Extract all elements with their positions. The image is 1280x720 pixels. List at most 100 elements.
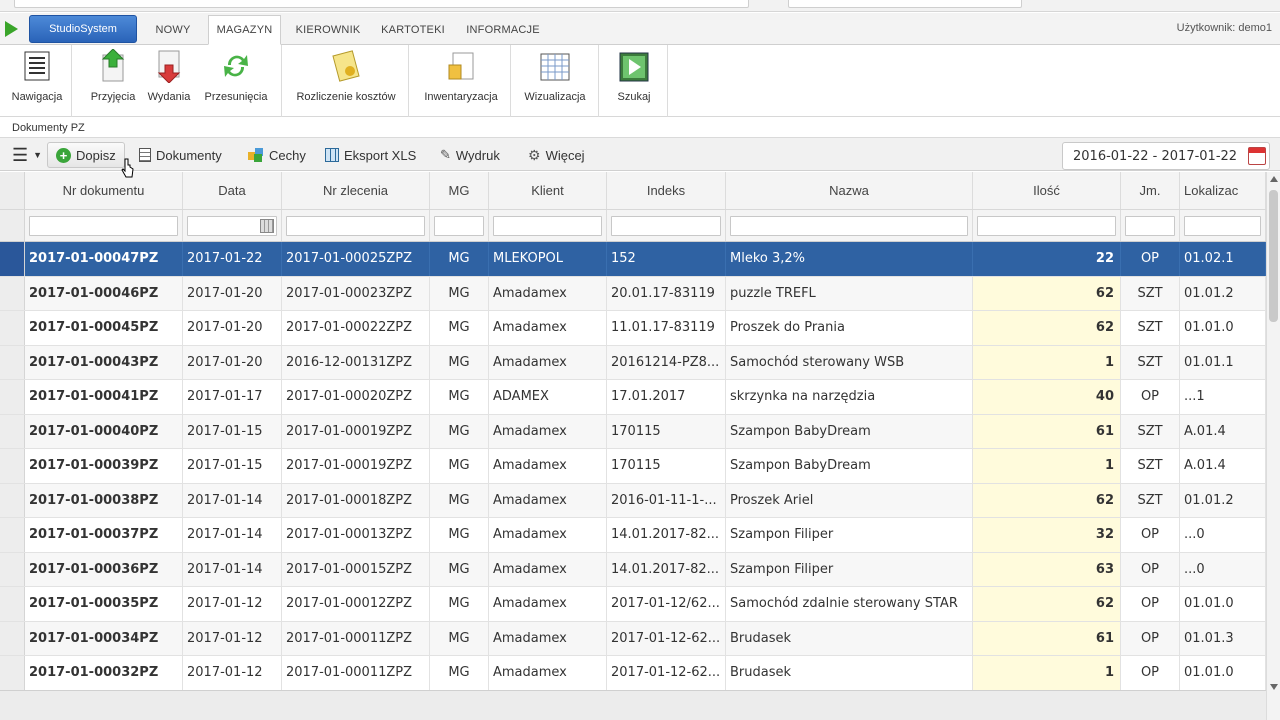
tab-nowy[interactable]: NOWY: [143, 15, 203, 45]
browser-search-field[interactable]: [788, 0, 1022, 8]
filter-input-date[interactable]: [187, 215, 277, 236]
table-row[interactable]: 2017-01-00035PZ 2017-01-12 2017-01-00012ZP…: [0, 587, 1266, 622]
filter-input-order-number[interactable]: [286, 215, 425, 236]
cell-warehouse: MG: [430, 311, 489, 345]
filter-input-quantity[interactable]: [977, 215, 1116, 236]
filter-cell-quantity: [973, 210, 1121, 241]
navigation-button[interactable]: Nawigacja: [8, 49, 66, 103]
column-header-date[interactable]: Data: [183, 172, 282, 209]
cell-order-number: 2017-01-00019ZPZ: [282, 449, 430, 483]
scroll-up-icon[interactable]: [1270, 176, 1278, 182]
column-header-name[interactable]: Nazwa: [726, 172, 973, 209]
cell-index: 17.01.2017: [607, 380, 726, 414]
table-row[interactable]: 2017-01-00038PZ 2017-01-14 2017-01-00018ZP…: [0, 483, 1266, 518]
cell-unit: SZT: [1121, 449, 1180, 483]
cell-doc-number: 2017-01-00038PZ: [25, 483, 183, 517]
cell-doc-number: 2017-01-00041PZ: [25, 380, 183, 414]
scroll-thumb[interactable]: [1269, 190, 1278, 322]
receipt-button[interactable]: Przyjęcia: [88, 48, 138, 103]
column-header-warehouse[interactable]: MG: [430, 172, 489, 209]
column-header-unit[interactable]: Jm.: [1121, 172, 1180, 209]
issue-label: Wydania: [147, 91, 191, 103]
costs-button[interactable]: Rozliczenie kosztów: [292, 49, 400, 103]
table-row[interactable]: 2017-01-00032PZ 2017-01-12 2017-01-00011ZP…: [0, 656, 1266, 691]
add-button[interactable]: + Dopisz: [47, 142, 125, 168]
cell-location: ...0: [1180, 552, 1266, 586]
row-marker: [0, 414, 25, 448]
filter-input-doc-number[interactable]: [29, 215, 178, 236]
calendar-icon[interactable]: [260, 218, 274, 233]
cell-order-number: 2017-01-00012ZPZ: [282, 587, 430, 621]
cell-date: 2017-01-20: [183, 276, 282, 310]
cell-doc-number: 2017-01-00039PZ: [25, 449, 183, 483]
receipt-icon: [97, 48, 129, 83]
brand-button[interactable]: StudioSystem: [29, 15, 137, 43]
row-marker: [0, 518, 25, 552]
table-row[interactable]: 2017-01-00045PZ 2017-01-20 2017-01-00022ZP…: [0, 311, 1266, 346]
filter-row: [0, 210, 1266, 242]
column-header-client[interactable]: Klient: [489, 172, 607, 209]
cell-location: A.01.4: [1180, 414, 1266, 448]
filter-input-name[interactable]: [730, 215, 968, 236]
cell-quantity: 62: [973, 276, 1121, 310]
tab-kierownik[interactable]: KIEROWNIK: [288, 15, 368, 45]
cell-order-number: 2017-01-00019ZPZ: [282, 414, 430, 448]
column-header-index[interactable]: Indeks: [607, 172, 726, 209]
print-icon: ✎: [440, 147, 451, 162]
filter-input-unit[interactable]: [1125, 215, 1175, 236]
table-row[interactable]: 2017-01-00037PZ 2017-01-14 2017-01-00013ZP…: [0, 518, 1266, 553]
cell-unit: OP: [1121, 552, 1180, 586]
tab-informacje[interactable]: INFORMACJE: [458, 15, 548, 45]
filter-input-location[interactable]: [1184, 215, 1261, 236]
more-button[interactable]: ⚙ Więcej: [524, 142, 589, 168]
print-button[interactable]: ✎ Wydruk: [436, 142, 504, 168]
table-row[interactable]: 2017-01-00046PZ 2017-01-20 2017-01-00023ZP…: [0, 276, 1266, 311]
table-row[interactable]: 2017-01-00041PZ 2017-01-17 2017-01-00020ZP…: [0, 380, 1266, 415]
column-header-quantity[interactable]: Ilość: [973, 172, 1121, 209]
filter-input-client[interactable]: [493, 215, 602, 236]
cell-index: 11.01.17-83119: [607, 311, 726, 345]
documents-button[interactable]: Dokumenty: [135, 142, 226, 168]
vertical-scrollbar[interactable]: [1266, 172, 1280, 720]
date-range-field[interactable]: 2016-01-22 - 2017-01-22: [1062, 142, 1270, 170]
filter-input-warehouse[interactable]: [434, 215, 484, 236]
column-header-doc-number[interactable]: Nr dokumentu: [25, 172, 183, 209]
filter-cell-order-number: [282, 210, 430, 241]
cell-date: 2017-01-20: [183, 345, 282, 379]
scroll-down-icon[interactable]: [1270, 684, 1278, 690]
cell-client: Amadamex: [489, 552, 607, 586]
column-header-location[interactable]: Lokalizac: [1180, 172, 1266, 209]
table-row[interactable]: 2017-01-00043PZ 2017-01-20 2016-12-00131ZP…: [0, 345, 1266, 380]
navigation-icon: [21, 49, 53, 83]
issue-button[interactable]: Wydania: [144, 49, 194, 103]
visualization-button[interactable]: Wizualizacja: [521, 49, 589, 103]
table-row[interactable]: 2017-01-00040PZ 2017-01-15 2017-01-00019ZP…: [0, 414, 1266, 449]
cell-date: 2017-01-12: [183, 621, 282, 655]
document-icon: [139, 148, 151, 162]
export-button[interactable]: Eksport XLS: [321, 142, 420, 168]
cell-index: 170115: [607, 449, 726, 483]
play-icon[interactable]: [5, 21, 18, 37]
inventory-button[interactable]: Inwentaryzacja: [421, 49, 501, 103]
filter-input-index[interactable]: [611, 215, 721, 236]
calendar-icon[interactable]: [1248, 147, 1266, 165]
tab-magazyn[interactable]: MAGAZYN: [208, 15, 281, 45]
table-row[interactable]: 2017-01-00036PZ 2017-01-14 2017-01-00015ZP…: [0, 552, 1266, 587]
filter-cell-unit: [1121, 210, 1180, 241]
toolbar: ☰ ▼ + Dopisz Dokumenty Cechy Eksport XLS…: [0, 137, 1280, 171]
search-button[interactable]: Szukaj: [611, 49, 657, 103]
features-button[interactable]: Cechy: [244, 142, 310, 168]
transfer-button[interactable]: Przesunięcia: [202, 49, 270, 103]
address-field[interactable]: [14, 0, 749, 8]
date-range-value: 2016-01-22 - 2017-01-22: [1073, 148, 1238, 164]
cell-unit: SZT: [1121, 483, 1180, 517]
tab-kartoteki[interactable]: KARTOTEKI: [375, 15, 451, 45]
cell-order-number: 2017-01-00023ZPZ: [282, 276, 430, 310]
cell-date: 2017-01-14: [183, 483, 282, 517]
cell-order-number: 2017-01-00022ZPZ: [282, 311, 430, 345]
table-row[interactable]: 2017-01-00034PZ 2017-01-12 2017-01-00011ZP…: [0, 621, 1266, 656]
table-row[interactable]: 2017-01-00047PZ 2017-01-22 2017-01-00025ZP…: [0, 242, 1266, 277]
menu-button[interactable]: ☰ ▼: [8, 142, 46, 168]
column-header-order-number[interactable]: Nr zlecenia: [282, 172, 430, 209]
table-row[interactable]: 2017-01-00039PZ 2017-01-15 2017-01-00019ZP…: [0, 449, 1266, 484]
